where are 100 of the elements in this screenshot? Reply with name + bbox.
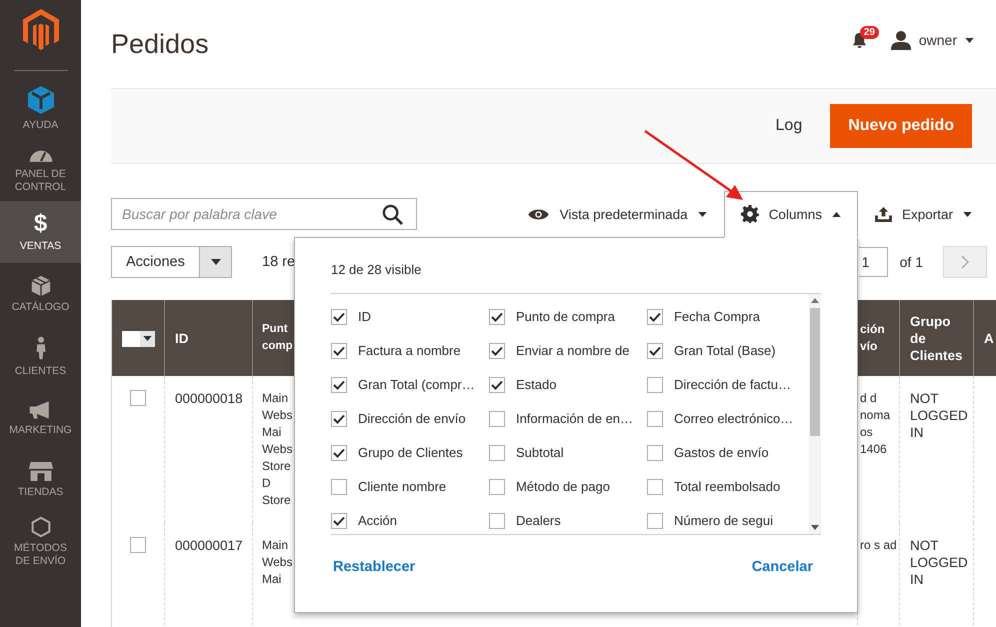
search-icon[interactable] bbox=[382, 204, 403, 225]
checkbox[interactable] bbox=[330, 444, 347, 460]
column-option[interactable]: Información de en… bbox=[488, 402, 647, 436]
user-icon bbox=[890, 30, 911, 50]
column-option[interactable]: Dirección de factu… bbox=[646, 368, 797, 402]
checkbox[interactable] bbox=[488, 342, 505, 358]
export-dropdown[interactable]: Exportar bbox=[858, 190, 989, 238]
column-option[interactable]: Total reembolsado bbox=[646, 470, 797, 504]
column-option[interactable]: ID bbox=[330, 300, 489, 334]
scrollbar[interactable] bbox=[808, 294, 821, 534]
upload-icon bbox=[874, 206, 892, 222]
columns-button[interactable]: Columns bbox=[724, 190, 858, 238]
table-cell: NOT LOGGED IN bbox=[900, 376, 974, 523]
column-option[interactable]: Método de pago bbox=[488, 470, 647, 504]
column-option[interactable]: Correo electrónico… bbox=[646, 402, 797, 436]
column-option[interactable]: Gran Total (compr… bbox=[330, 368, 489, 402]
checkbox[interactable] bbox=[330, 478, 347, 494]
eye-icon bbox=[526, 208, 550, 220]
column-option[interactable]: Gastos de envío bbox=[646, 436, 797, 470]
sidebar-item[interactable]: PANEL DE CONTROL bbox=[0, 139, 81, 201]
log-link[interactable]: Log bbox=[776, 117, 802, 135]
checkbox[interactable] bbox=[646, 444, 663, 460]
sidebar-item[interactable]: CATÁLOGO bbox=[0, 263, 81, 325]
hexagon-icon bbox=[30, 516, 50, 538]
checkbox[interactable] bbox=[330, 308, 347, 324]
page-total: of 1 bbox=[900, 254, 923, 270]
checkbox[interactable] bbox=[488, 410, 505, 426]
sidebar-item[interactable]: CLIENTES bbox=[0, 325, 81, 387]
column-header[interactable]: ción vío bbox=[858, 300, 900, 376]
checkbox[interactable] bbox=[646, 376, 663, 392]
sidebar-item[interactable]: TIENDAS bbox=[0, 449, 81, 511]
column-option[interactable]: Factura a nombre bbox=[330, 334, 489, 368]
notification-count: 29 bbox=[860, 26, 879, 38]
row-checkbox[interactable] bbox=[130, 390, 146, 406]
caret-icon bbox=[832, 212, 841, 216]
column-option[interactable]: Enviar a nombre de bbox=[488, 334, 647, 368]
records-count: 18 re bbox=[262, 254, 296, 270]
mass-select-checkbox[interactable] bbox=[122, 330, 155, 347]
column-option[interactable]: Grupo de Clientes bbox=[330, 436, 489, 470]
actions-dropdown[interactable]: Acciones bbox=[111, 246, 232, 278]
checkbox[interactable] bbox=[330, 512, 347, 528]
user-menu[interactable]: owner bbox=[890, 30, 974, 50]
checkbox[interactable] bbox=[488, 308, 505, 324]
box-icon bbox=[30, 274, 52, 296]
column-header[interactable]: Punt comp bbox=[252, 300, 294, 376]
column-option[interactable]: Subtotal bbox=[488, 436, 647, 470]
caret-icon bbox=[210, 259, 220, 265]
checkbox[interactable] bbox=[646, 410, 663, 426]
new-order-button[interactable]: Nuevo pedido bbox=[830, 104, 972, 148]
checkbox[interactable] bbox=[646, 342, 663, 358]
checkbox[interactable] bbox=[488, 478, 505, 494]
scroll-up-icon[interactable] bbox=[810, 298, 819, 302]
table-cell: d d noma os 1406 bbox=[858, 376, 900, 523]
column-option[interactable]: Dealers bbox=[488, 504, 647, 534]
column-option[interactable]: Acción bbox=[330, 504, 489, 534]
column-option[interactable]: Número de segui bbox=[646, 504, 797, 534]
column-header[interactable]: ID bbox=[164, 300, 252, 376]
sidebar-item[interactable]: MÉTODOS DE ENVÍO bbox=[0, 511, 81, 573]
table-cell: ro s ad bbox=[858, 523, 900, 627]
table-cell: 000000017 bbox=[164, 523, 252, 627]
checkbox[interactable] bbox=[330, 410, 347, 426]
column-option[interactable]: Dirección de envío bbox=[330, 402, 489, 436]
checkbox[interactable] bbox=[488, 444, 505, 460]
checkbox[interactable] bbox=[488, 376, 505, 392]
column-option[interactable]: Punto de compra bbox=[488, 300, 647, 334]
column-option[interactable]: Estado bbox=[488, 368, 647, 402]
visible-count: 12 de 28 visible bbox=[330, 262, 422, 276]
sidebar-item[interactable]: MARKETING bbox=[0, 387, 81, 449]
reset-link[interactable]: Restablecer bbox=[332, 558, 416, 574]
page-title: Pedidos bbox=[111, 28, 209, 60]
sidebar-item[interactable]: $ VENTAS bbox=[0, 201, 81, 263]
checkbox[interactable] bbox=[488, 512, 505, 528]
chevron-right-icon bbox=[961, 255, 969, 269]
person-icon bbox=[34, 334, 46, 360]
storefront-icon bbox=[28, 461, 54, 482]
row-checkbox[interactable] bbox=[130, 537, 146, 553]
column-option[interactable]: Gran Total (Base) bbox=[646, 334, 797, 368]
scroll-down-icon[interactable] bbox=[810, 524, 819, 530]
dollar-icon: $ bbox=[34, 212, 48, 236]
page-input[interactable]: 1 bbox=[858, 247, 888, 277]
checkbox[interactable] bbox=[330, 376, 347, 392]
table-cell: Main Webs Mai bbox=[252, 523, 294, 627]
column-option[interactable]: Fecha Compra bbox=[646, 300, 797, 334]
caret-icon bbox=[965, 38, 974, 42]
checkbox[interactable] bbox=[646, 512, 663, 528]
caret-icon bbox=[698, 212, 707, 216]
table-cell: 000000018 bbox=[164, 376, 252, 523]
column-header[interactable]: Grupo de Clientes bbox=[900, 300, 974, 376]
column-option[interactable]: Cliente nombre bbox=[330, 470, 489, 504]
caret-icon bbox=[143, 336, 152, 342]
cancel-link[interactable]: Cancelar bbox=[752, 558, 813, 574]
logo-icon[interactable] bbox=[22, 9, 58, 51]
cube-icon bbox=[26, 84, 56, 114]
checkbox[interactable] bbox=[646, 308, 663, 324]
sidebar-item[interactable]: AYUDA bbox=[0, 77, 81, 139]
search-field[interactable]: Buscar por palabra clave bbox=[111, 198, 417, 230]
checkbox[interactable] bbox=[330, 342, 347, 358]
checkbox[interactable] bbox=[646, 478, 663, 494]
column-header[interactable]: A bbox=[974, 300, 996, 376]
caret-icon bbox=[963, 212, 972, 216]
